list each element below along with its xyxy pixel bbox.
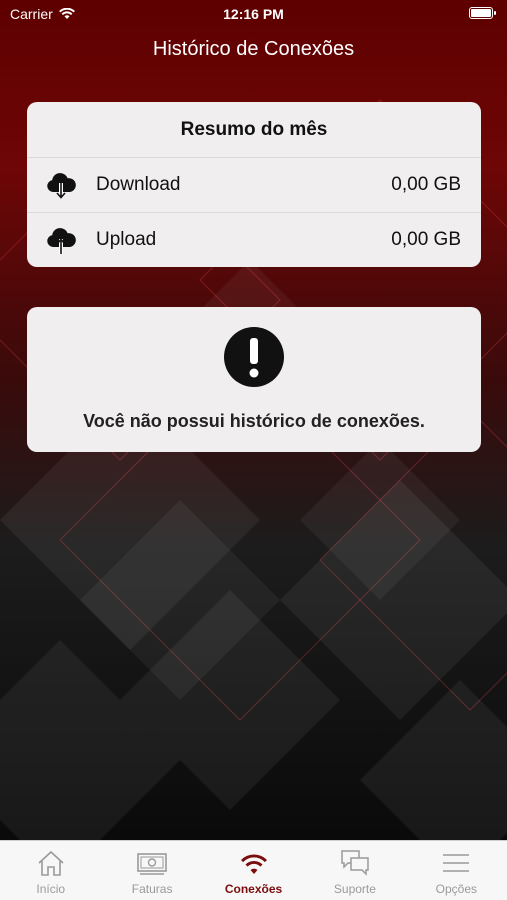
download-label: Download [96,174,181,195]
home-icon [38,850,64,876]
menu-icon [443,854,470,872]
monthly-summary-card: Resumo do mês Download 0,00 GB Upload 0,… [27,102,481,267]
tab-label: Início [36,882,66,896]
cloud-upload-icon [47,228,76,254]
summary-row-upload: Upload 0,00 GB [27,212,481,267]
tab-label: Opções [435,882,477,896]
status-time: 12:16 PM [223,6,284,22]
tab-bar: Início Faturas Conexões Suporte Opções [0,840,507,900]
download-value: 0,00 GB [391,174,461,195]
upload-value: 0,00 GB [391,229,461,250]
page-title: Histórico de Conexões [152,38,355,60]
bill-icon [137,853,167,875]
tab-opcoes[interactable]: Opções [406,841,507,900]
exclamation-icon [224,327,284,387]
empty-history-card: Você não possui histórico de conexões. [27,307,481,452]
empty-history-message: Você não possui histórico de conexões. [83,411,425,431]
tab-suporte[interactable]: Suporte [304,841,405,900]
tab-conexoes[interactable]: Conexões [203,841,304,900]
tab-label: Conexões [224,882,283,896]
status-bar: Carrier 12:16 PM [0,0,507,30]
wifi-icon [240,854,267,874]
tab-faturas[interactable]: Faturas [101,841,202,900]
summary-row-download: Download 0,00 GB [27,157,481,212]
chat-icon [341,850,369,876]
tab-inicio[interactable]: Início [0,841,101,900]
upload-label: Upload [96,229,157,250]
summary-title: Resumo do mês [180,119,328,140]
cloud-download-icon [47,173,76,199]
tab-label: Suporte [333,882,376,896]
tab-label: Faturas [131,882,173,896]
battery-icon [469,7,496,19]
